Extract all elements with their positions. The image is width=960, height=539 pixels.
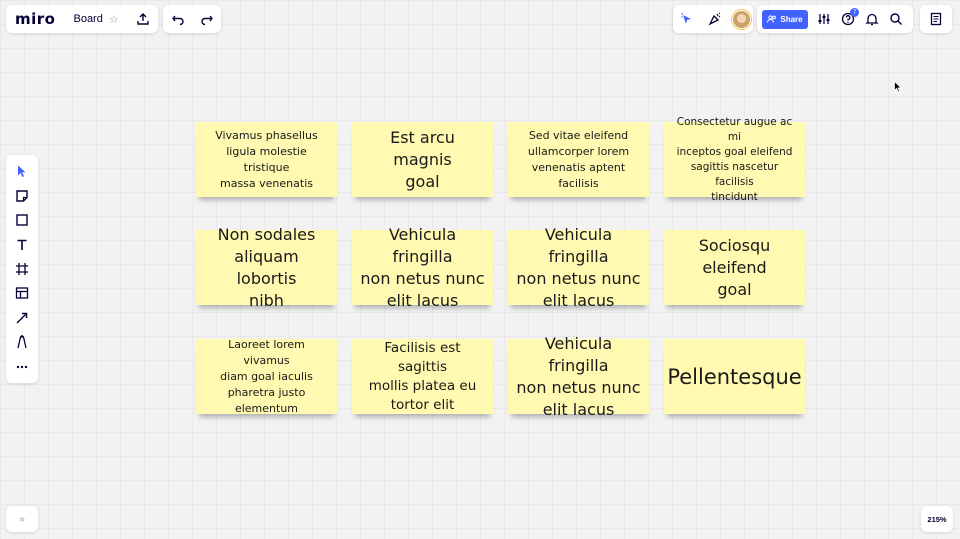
star-icon[interactable]: ☆ — [109, 13, 119, 26]
pen-icon[interactable] — [10, 330, 34, 354]
connection-line-icon[interactable] — [10, 306, 34, 330]
user-avatar[interactable] — [731, 9, 751, 29]
sticky-note[interactable]: Pellentesque — [664, 339, 805, 414]
more-icon[interactable] — [10, 355, 34, 379]
sticky-note[interactable]: Non sodales aliquam lobortis nibh — [196, 225, 337, 310]
frame-icon[interactable] — [10, 257, 34, 281]
undo-redo-panel — [163, 5, 221, 33]
zoom-level: 215% — [927, 514, 947, 524]
sticky-note[interactable]: Est arcu magnis goal — [352, 122, 493, 197]
upload-icon[interactable] — [131, 7, 155, 31]
sticky-note-text: Pellentesque — [667, 364, 802, 389]
sticky-note[interactable]: Vehicula fringilla non netus nunc elit l… — [508, 225, 649, 310]
confetti-icon[interactable] — [703, 7, 727, 31]
notes-icon[interactable] — [924, 7, 948, 31]
sticky-note-text: Vivamus phasellus ligula molestie tristi… — [215, 128, 318, 190]
redo-icon[interactable] — [195, 7, 219, 31]
share-label: Share — [780, 14, 803, 24]
sticky-note[interactable]: Facilisis est sagittis mollis platea eu … — [352, 339, 493, 414]
sticky-note-text: Consectetur augue ac mi inceptos goal el… — [676, 115, 793, 203]
left-toolbar — [6, 155, 38, 383]
users-icon — [767, 15, 777, 23]
undo-icon[interactable] — [166, 7, 190, 31]
share-button[interactable]: Share — [762, 9, 808, 29]
notification-badge: 7 — [850, 8, 859, 17]
sticky-note-text: Sed vitae eleifend ullamcorper lorem ven… — [527, 128, 630, 190]
bell-icon[interactable] — [860, 7, 884, 31]
sticky-note[interactable]: Vivamus phasellus ligula molestie tristi… — [196, 122, 337, 197]
sticky-note[interactable]: Vehicula fringilla non netus nunc elit l… — [508, 334, 649, 419]
laser-pointer-icon[interactable] — [675, 7, 699, 31]
sticky-note[interactable]: Vehicula fringilla non netus nunc elit l… — [352, 225, 493, 310]
sticky-note[interactable]: Sociosqu eleifend goal — [664, 230, 805, 305]
sticky-note-text: Vehicula fringilla non netus nunc elit l… — [516, 224, 641, 310]
sticky-note-text: Vehicula fringilla non netus nunc elit l… — [516, 333, 641, 419]
mouse-cursor-icon — [894, 81, 902, 93]
select-tool-icon[interactable] — [10, 159, 34, 183]
sticky-note[interactable]: Laoreet lorem vivamus diam goal iaculis … — [196, 337, 337, 415]
sticky-note-text: Sociosqu eleifend goal — [698, 235, 771, 299]
template-icon[interactable] — [10, 281, 34, 305]
sticky-note-text: Laoreet lorem vivamus diam goal iaculis … — [220, 337, 313, 415]
shape-icon[interactable] — [10, 208, 34, 232]
notes-panel — [920, 5, 952, 33]
text-icon[interactable] — [10, 233, 34, 257]
sticky-note-text: Non sodales aliquam lobortis nibh — [217, 224, 316, 310]
sticky-note-icon[interactable] — [10, 184, 34, 208]
expand-icon: » — [19, 513, 25, 525]
search-icon[interactable] — [884, 7, 908, 31]
sticky-note[interactable]: Sed vitae eleifend ullamcorper lorem ven… — [508, 122, 649, 197]
miro-logo[interactable]: miro — [15, 10, 55, 28]
sticky-note-text: Vehicula fringilla non netus nunc elit l… — [360, 224, 485, 310]
board-name[interactable]: Board — [73, 13, 102, 25]
sticky-note-text: Facilisis est sagittis mollis platea eu … — [368, 339, 477, 413]
sticky-note-text: Est arcu magnis goal — [390, 127, 455, 191]
sliders-icon[interactable] — [812, 7, 836, 31]
zoom-level-button[interactable]: 215% — [921, 506, 953, 532]
board-header-panel: miro Board ☆ — [6, 5, 158, 33]
top-right-panel: Share 7 — [757, 5, 913, 33]
expand-panel-button[interactable]: » — [6, 506, 38, 532]
sticky-note[interactable]: Consectetur augue ac mi inceptos goal el… — [664, 116, 805, 203]
collaboration-panel — [673, 5, 753, 33]
